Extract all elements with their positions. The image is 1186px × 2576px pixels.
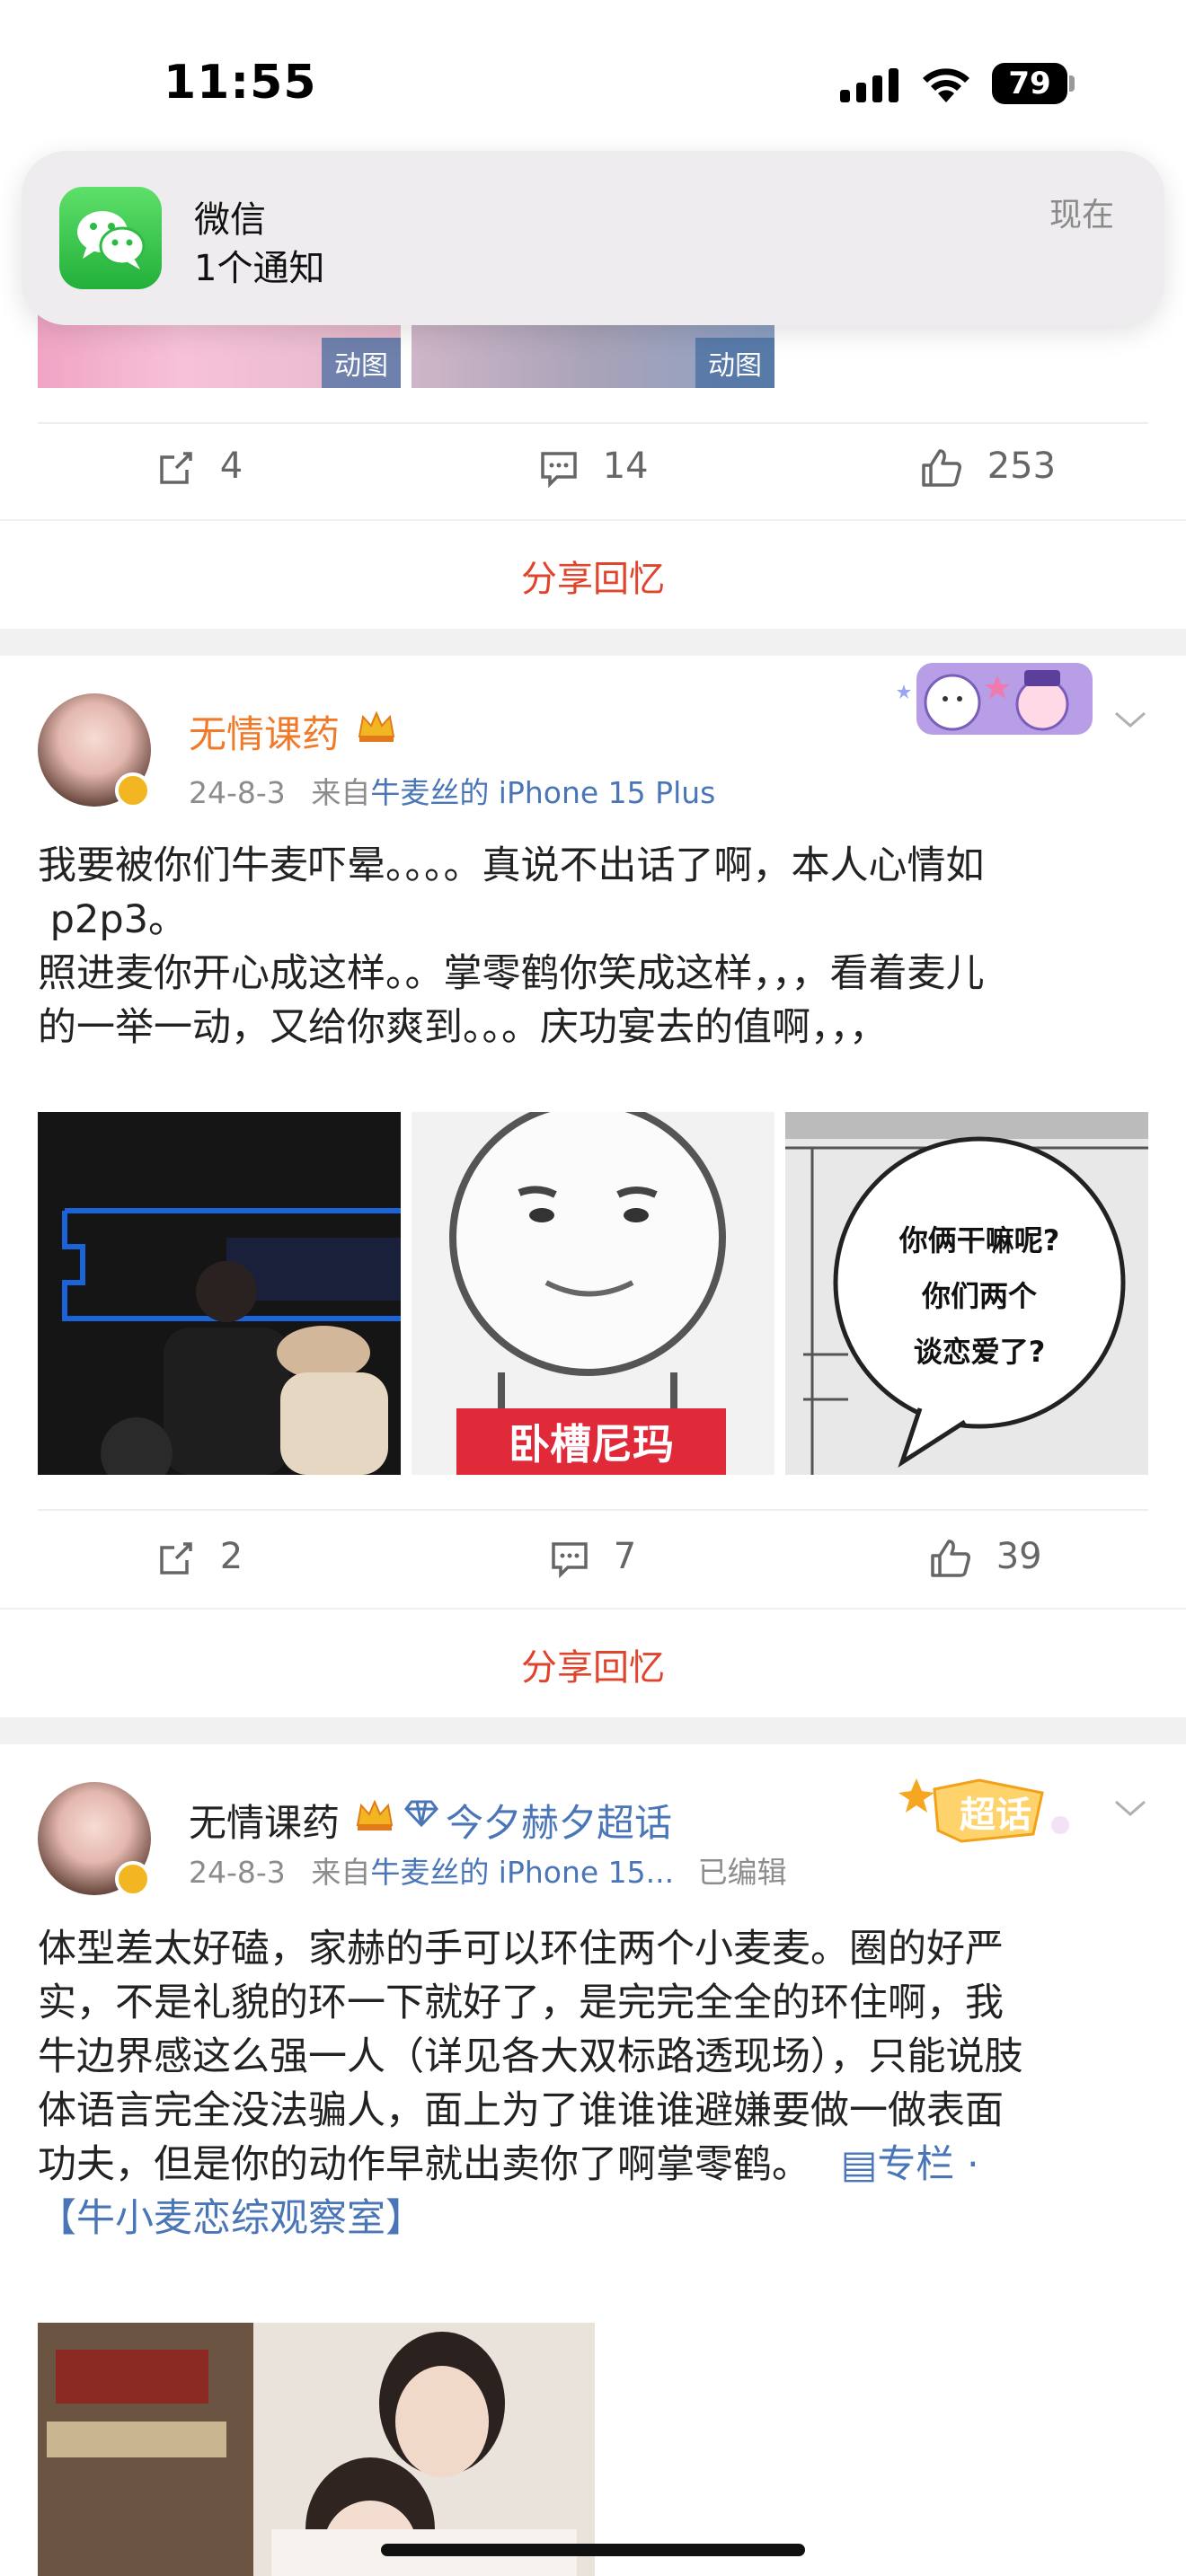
notification-app-name: 微信 bbox=[194, 199, 266, 241]
section-gap bbox=[0, 629, 1186, 656]
sticker-decoration bbox=[890, 657, 1105, 747]
repost-icon bbox=[160, 1542, 192, 1575]
repost-button[interactable]: 4 bbox=[156, 446, 243, 488]
source-prefix: 来自 bbox=[311, 775, 371, 810]
edited-label: 已编辑 bbox=[697, 1855, 787, 1890]
speech-bubble-text: 你俩干嘛呢? 你们两个 谈恋爱了? bbox=[836, 1213, 1123, 1380]
post-text-line: 的一举一动，又给你爽到。。。庆功宴去的值啊，，， bbox=[38, 1005, 888, 1050]
post-date: 24-8-3 bbox=[189, 1855, 286, 1890]
post-text-line: 体语言完全没法骗人，面上为了谁谁谁避嫌要做一做表面 bbox=[38, 2088, 1004, 2133]
status-time: 11:55 bbox=[164, 56, 317, 110]
repost-count: 2 bbox=[219, 1536, 243, 1577]
post-text-line: 我要被你们牛麦吓晕。。。。真说不出话了啊，本人心情如 bbox=[38, 843, 985, 888]
post-image[interactable]: 卧槽尼玛 bbox=[412, 1112, 774, 1475]
super-topic-badge: 超话 bbox=[898, 1771, 1087, 1852]
post-image[interactable]: 你俩干嘛呢? 你们两个 谈恋爱了? bbox=[785, 1112, 1148, 1475]
comment-button[interactable]: 7 bbox=[550, 1536, 636, 1578]
like-icon bbox=[931, 1539, 970, 1577]
like-icon bbox=[922, 449, 961, 487]
bubble-line: 你俩干嘛呢? bbox=[898, 1223, 1060, 1257]
source-device-link[interactable]: 牛麦丝的 iPhone 15 Plus bbox=[370, 775, 715, 810]
divider bbox=[38, 1509, 1148, 1511]
post-text-line: 照进麦你开心成这样。。掌零鹤你笑成这样，，，看着麦儿 bbox=[38, 951, 985, 996]
like-button[interactable]: 253 bbox=[920, 446, 1056, 489]
wifi-icon bbox=[923, 68, 969, 102]
badge-text: 超话 bbox=[960, 1795, 1031, 1836]
verified-icon bbox=[115, 1861, 151, 1897]
verified-icon bbox=[115, 772, 151, 808]
share-memory-button[interactable]: 分享回忆 bbox=[0, 550, 1186, 602]
bubble-line: 谈恋爱了? bbox=[913, 1335, 1046, 1369]
post-text: 体型差太好磕，家赫的手可以环住两个小麦麦。圈的好严 实，不是礼貌的环一下就好了，… bbox=[38, 1922, 1152, 2245]
like-count: 39 bbox=[996, 1536, 1042, 1577]
username[interactable]: 无情课药 bbox=[189, 704, 340, 759]
notification-message: 1个通知 bbox=[194, 248, 325, 289]
comment-icon bbox=[552, 1542, 588, 1578]
column-label: 专栏 bbox=[877, 2142, 955, 2187]
post-meta: 24-8-3 来自牛麦丝的 iPhone 15... 已编辑 bbox=[189, 1848, 787, 1892]
comment-count: 14 bbox=[602, 446, 649, 487]
post-image[interactable] bbox=[38, 2323, 595, 2576]
post-text-line: p2p3。 bbox=[38, 897, 187, 942]
column-title-link[interactable]: 【牛小麦恋综观察室】 bbox=[38, 2192, 1152, 2245]
repost-count: 4 bbox=[219, 446, 243, 487]
home-indicator[interactable] bbox=[381, 2544, 805, 2556]
divider bbox=[38, 422, 1148, 424]
topic-name: 今夕赫夕超话 bbox=[446, 1801, 673, 1845]
column-link[interactable]: ▤专栏 · bbox=[841, 2142, 979, 2187]
source-prefix: 来自 bbox=[311, 1855, 371, 1890]
crown-icon bbox=[358, 710, 395, 742]
post-text: 我要被你们牛麦吓晕。。。。真说不出话了啊，本人心情如 p2p3。 照进麦你开心成… bbox=[38, 839, 1152, 1054]
battery-indicator: 79 bbox=[992, 63, 1067, 104]
topic-link[interactable]: 今夕赫夕超话 bbox=[446, 1793, 672, 1848]
gif-badge: 动图 bbox=[695, 338, 774, 388]
repost-icon bbox=[160, 452, 192, 484]
post-text-line: 实，不是礼貌的环一下就好了，是完完全全的环住啊，我 bbox=[38, 1981, 1004, 2025]
section-gap bbox=[0, 1717, 1186, 1744]
share-memory-button[interactable]: 分享回忆 bbox=[0, 1638, 1186, 1690]
notification-time: 现在 bbox=[1049, 197, 1115, 234]
divider bbox=[0, 1608, 1186, 1610]
divider bbox=[0, 519, 1186, 521]
comment-icon bbox=[541, 452, 577, 488]
comment-button[interactable]: 14 bbox=[539, 446, 649, 488]
wechat-icon bbox=[59, 187, 162, 289]
post-image[interactable] bbox=[38, 1112, 401, 1475]
chevron-down-icon[interactable] bbox=[1112, 710, 1148, 731]
notification-banner[interactable]: 微信 1个通知 现在 bbox=[22, 151, 1164, 325]
repost-button[interactable]: 2 bbox=[156, 1536, 243, 1578]
like-button[interactable]: 39 bbox=[929, 1536, 1042, 1579]
column-icon: ▤ bbox=[840, 2142, 878, 2187]
source-device-link[interactable]: 牛麦丝的 iPhone 15... bbox=[370, 1855, 674, 1890]
crown-icon bbox=[356, 1799, 394, 1831]
post-date: 24-8-3 bbox=[189, 775, 286, 810]
bubble-line: 你们两个 bbox=[921, 1279, 1037, 1313]
comment-count: 7 bbox=[613, 1536, 637, 1577]
post-text-line: 牛边界感这么强一人（详见各大双标路透现场），只能说肢 bbox=[38, 2034, 1023, 2079]
chevron-down-icon[interactable] bbox=[1112, 1798, 1148, 1820]
battery-cap bbox=[1069, 75, 1075, 92]
signal-icon bbox=[840, 68, 899, 102]
post-text-line: 功夫，但是你的动作早就出卖你了啊掌零鹤。 bbox=[38, 2142, 810, 2187]
diamond-icon bbox=[404, 1800, 438, 1828]
gif-badge: 动图 bbox=[322, 338, 401, 388]
post-text-line: 体型差太好磕，家赫的手可以环住两个小麦麦。圈的好严 bbox=[38, 1927, 1004, 1972]
like-count: 253 bbox=[987, 446, 1057, 487]
post-meta: 24-8-3 来自牛麦丝的 iPhone 15 Plus bbox=[189, 769, 715, 812]
username[interactable]: 无情课药 bbox=[189, 1793, 340, 1848]
image-caption: 卧槽尼玛 bbox=[509, 1420, 674, 1469]
